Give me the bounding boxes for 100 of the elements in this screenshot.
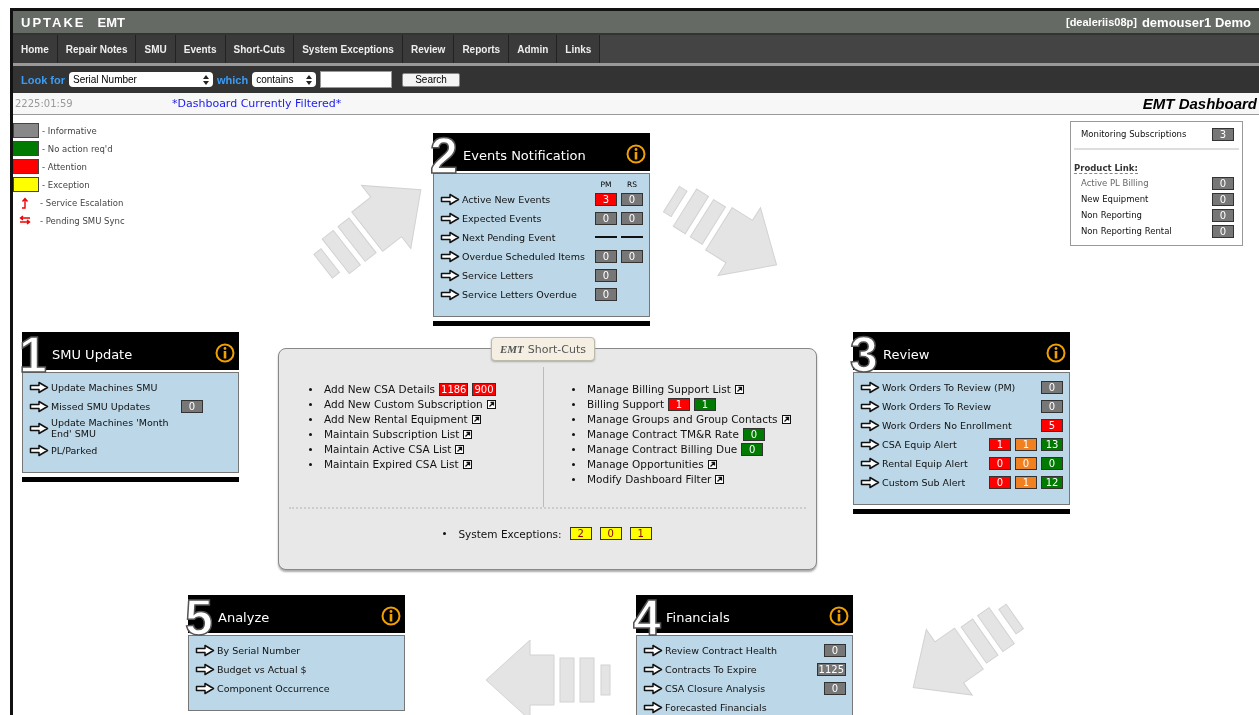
panel-link[interactable]: Next Pending Event [462, 231, 595, 243]
exceptions-label[interactable]: System Exceptions: [458, 527, 562, 540]
external-link-icon [455, 444, 465, 454]
external-link-icon [707, 459, 717, 469]
nav-tab[interactable]: Home [13, 35, 58, 63]
shortcut-link[interactable]: Maintain Subscription List [324, 428, 460, 440]
dash-line [621, 236, 643, 238]
arrow-icon [860, 399, 880, 413]
product-link-label[interactable]: Non Reporting Rental [1081, 226, 1172, 236]
panel-link[interactable]: Work Orders No Enrollment [882, 419, 1041, 431]
arrow-icon [195, 681, 215, 695]
panel-link[interactable]: Custom Sub Alert [882, 476, 989, 488]
arrow-icon [860, 437, 880, 451]
arrow-icon [440, 268, 460, 282]
escalation-icon [21, 196, 29, 209]
panel-link[interactable]: CSA Equip Alert [882, 438, 989, 450]
panel-link[interactable]: Forecasted Financials [665, 701, 846, 713]
logo: UPTAKE [21, 14, 86, 30]
arrow-icon [440, 192, 460, 206]
count-badge: 0 [621, 249, 643, 263]
panel-link[interactable]: Service Letters [462, 269, 595, 281]
info-icon [829, 605, 849, 626]
count-badge: 0 [989, 456, 1011, 470]
bullet [309, 402, 312, 406]
legend-label: - Informative [42, 125, 97, 136]
shortcut-link[interactable]: Add New Custom Subscription [324, 398, 483, 410]
arrow-icon [440, 211, 460, 225]
panel-title: SMU Update [52, 346, 133, 362]
product-link-label[interactable]: Non Reporting [1081, 210, 1142, 220]
panel-link[interactable]: Work Orders To Review (PM) [882, 381, 1041, 393]
panel-link[interactable]: Update Machines SMU [51, 381, 181, 393]
search-button[interactable]: Search [402, 72, 460, 87]
nav-tab[interactable]: System Exceptions [294, 35, 403, 63]
shortcut-link[interactable]: Billing Support [587, 398, 665, 410]
count-badge: 1186 [439, 382, 469, 396]
count-badge: 900 [472, 382, 496, 396]
count-badge: 0 [621, 211, 643, 225]
nav-tab[interactable]: Review [402, 35, 455, 63]
arrow-icon [860, 380, 880, 394]
count-badge: 5 [1041, 418, 1063, 432]
panel-link[interactable]: By Serial Number [217, 644, 398, 656]
shortcut-link[interactable]: Add New CSA Details [324, 383, 436, 395]
panel-link[interactable]: Update Machines 'Month End' SMU [51, 417, 181, 439]
arrow-icon [195, 662, 215, 676]
arrow-icon [860, 456, 880, 470]
count-badge: 1 [694, 397, 717, 411]
shortcut-link[interactable]: Manage Groups and Group Contacts [587, 413, 778, 425]
product-link-label[interactable]: New Equipment [1081, 194, 1149, 204]
nav-tab[interactable]: Repair Notes [57, 35, 137, 63]
legend-label: - Pending SMU Sync [40, 215, 125, 226]
count-badge: 0 [989, 475, 1011, 489]
product-name: EMT [97, 14, 125, 30]
count-badge: 0 [741, 442, 764, 456]
arrow-icon [440, 249, 460, 263]
shortcut-link[interactable]: Modify Dashboard Filter [587, 473, 712, 485]
count-badge: 0 [599, 527, 622, 540]
panel-link[interactable]: CSA Closure Analysis [665, 682, 824, 694]
count-badge: 1125 [816, 662, 846, 676]
legend-label: - No action req'd [42, 143, 113, 154]
page-title: EMT Dashboard [1142, 95, 1257, 112]
panel-link[interactable]: Work Orders To Review [882, 400, 1041, 412]
count-badge: 0 [621, 192, 643, 206]
nav-tab[interactable]: Admin [509, 35, 558, 63]
panel-link[interactable]: Contracts To Expire [665, 663, 817, 675]
shortcut-link[interactable]: Maintain Expired CSA List [324, 458, 459, 470]
count-badge: 1 [989, 437, 1011, 451]
nav-tab[interactable]: SMU [136, 35, 176, 63]
external-link-icon [462, 459, 472, 469]
panel-link[interactable]: Service Letters Overdue [462, 288, 595, 300]
monitoring-label[interactable]: Monitoring Subscriptions [1081, 129, 1187, 139]
count-badge: 0 [824, 643, 846, 657]
dropdown[interactable]: Serial Number [69, 72, 213, 87]
panel-link[interactable]: Missed SMU Updates [51, 400, 181, 412]
shortcut-link[interactable]: Manage Billing Support List [587, 383, 731, 395]
count-badge: 0 [1015, 456, 1037, 470]
panel-link[interactable]: Active New Events [462, 193, 595, 205]
panel-link[interactable]: Overdue Scheduled Items [462, 250, 595, 262]
search-field[interactable] [320, 71, 393, 88]
dropdown[interactable]: contains [252, 72, 317, 87]
count-badge: 1 [668, 397, 691, 411]
shortcut-link[interactable]: Manage Contract TM&R Rate [587, 428, 739, 440]
nav-tab[interactable]: Short-Cuts [225, 35, 295, 63]
panel-link[interactable]: Component Occurrence [217, 682, 398, 694]
nav-tab[interactable]: Events [175, 35, 226, 63]
legend-label: - Exception [42, 179, 90, 190]
nav-tab[interactable]: Reports [454, 35, 510, 63]
nav-tab[interactable]: Links [557, 35, 601, 63]
panel-link[interactable]: Budget vs Actual $ [217, 663, 398, 675]
shortcut-link[interactable]: Add New Rental Equipment [324, 413, 468, 425]
count-badge: 0 [595, 211, 617, 225]
bullet [309, 432, 312, 436]
count-badge: 13 [1041, 437, 1063, 451]
shortcut-link[interactable]: Manage Contract Billing Due [587, 443, 738, 455]
panel-link[interactable]: Rental Equip Alert [882, 457, 989, 469]
shortcut-link[interactable]: Maintain Active CSA List [324, 443, 452, 455]
panel-link[interactable]: PL/Parked [51, 444, 181, 456]
bullet [572, 447, 575, 451]
panel-link[interactable]: Review Contract Health [665, 644, 824, 656]
panel-link[interactable]: Expected Events [462, 212, 595, 224]
shortcut-link[interactable]: Manage Opportunities [587, 458, 704, 470]
